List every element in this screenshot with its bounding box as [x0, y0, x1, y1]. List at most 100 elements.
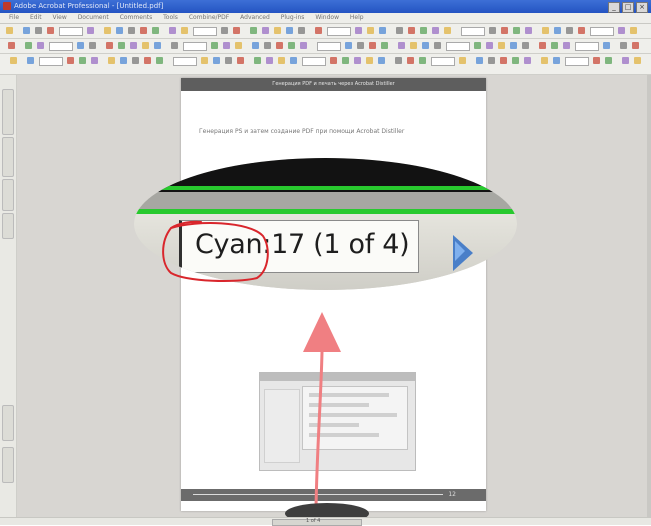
toolbar-button-icon[interactable] [116, 27, 123, 34]
toolbar-button-icon[interactable] [410, 42, 417, 49]
toolbar-button-icon[interactable] [396, 27, 403, 34]
toolbar-button-icon[interactable] [488, 57, 495, 64]
toolbar-field[interactable] [431, 57, 455, 66]
toolbar-button-icon[interactable] [432, 27, 439, 34]
toolbar-button-icon[interactable] [622, 57, 629, 64]
toolbar-button-icon[interactable] [201, 57, 208, 64]
toolbar-button-icon[interactable] [221, 27, 228, 34]
toolbar-button-icon[interactable] [37, 42, 44, 49]
toolbar-button-icon[interactable] [408, 27, 415, 34]
toolbar-button-icon[interactable] [89, 42, 96, 49]
toolbar-button-icon[interactable] [87, 27, 94, 34]
toolbar-button-icon[interactable] [379, 27, 386, 34]
toolbar-button-icon[interactable] [459, 57, 466, 64]
toolbar-button-icon[interactable] [342, 57, 349, 64]
toolbar-button-icon[interactable] [262, 27, 269, 34]
toolbar-button-icon[interactable] [276, 42, 283, 49]
toolbar-field[interactable] [590, 27, 614, 36]
toolbar-button-icon[interactable] [593, 57, 600, 64]
toolbar-button-icon[interactable] [77, 42, 84, 49]
toolbar-button-icon[interactable] [420, 27, 427, 34]
signatures-tab[interactable] [2, 137, 14, 177]
toolbar-button-icon[interactable] [130, 42, 137, 49]
toolbar-button-icon[interactable] [35, 27, 42, 34]
toolbar-button-icon[interactable] [286, 27, 293, 34]
toolbar-button-icon[interactable] [128, 27, 135, 34]
toolbar-button-icon[interactable] [144, 57, 151, 64]
toolbar-button-icon[interactable] [603, 42, 610, 49]
toolbar-button-icon[interactable] [108, 57, 115, 64]
toolbar-button-icon[interactable] [250, 27, 257, 34]
toolbar-button-icon[interactable] [378, 57, 385, 64]
toolbar-button-icon[interactable] [315, 27, 322, 34]
toolbar-button-icon[interactable] [237, 57, 244, 64]
toolbar-field[interactable] [461, 27, 485, 36]
toolbar-button-icon[interactable] [522, 42, 529, 49]
toolbar-button-icon[interactable] [419, 57, 426, 64]
toolbar-field[interactable] [193, 27, 217, 36]
toolbar-button-icon[interactable] [345, 42, 352, 49]
toolbar-field[interactable] [39, 57, 63, 66]
toolbar-button-icon[interactable] [541, 57, 548, 64]
menu-help[interactable]: Help [350, 14, 364, 21]
toolbar-button-icon[interactable] [290, 57, 297, 64]
toolbar-button-icon[interactable] [23, 27, 30, 34]
toolbar-field[interactable] [317, 42, 341, 51]
toolbar-button-icon[interactable] [524, 57, 531, 64]
toolbar-button-icon[interactable] [630, 27, 637, 34]
toolbar-button-icon[interactable] [634, 57, 641, 64]
toolbar-button-icon[interactable] [367, 27, 374, 34]
toolbar-button-icon[interactable] [398, 42, 405, 49]
toolbar-button-icon[interactable] [434, 42, 441, 49]
toolbar-button-icon[interactable] [357, 42, 364, 49]
toolbar-button-icon[interactable] [578, 27, 585, 34]
toolbar-button-icon[interactable] [278, 57, 285, 64]
toolbar-button-icon[interactable] [486, 42, 493, 49]
vertical-scrollbar[interactable] [647, 75, 651, 517]
toolbar-field[interactable] [327, 27, 351, 36]
toolbar-button-icon[interactable] [355, 27, 362, 34]
toolbar-button-icon[interactable] [554, 27, 561, 34]
comments-tab[interactable] [2, 447, 14, 483]
toolbar-button-icon[interactable] [539, 42, 546, 49]
toolbar-button-icon[interactable] [381, 42, 388, 49]
menu-combine[interactable]: Combine/PDF [189, 14, 229, 21]
toolbar-button-icon[interactable] [213, 57, 220, 64]
toolbar-button-icon[interactable] [254, 57, 261, 64]
toolbar-field[interactable] [59, 27, 83, 36]
toolbar-button-icon[interactable] [407, 57, 414, 64]
toolbar-button-icon[interactable] [476, 57, 483, 64]
toolbar-button-icon[interactable] [152, 27, 159, 34]
toolbar-button-icon[interactable] [169, 27, 176, 34]
toolbar-button-icon[interactable] [510, 42, 517, 49]
toolbar-field[interactable] [49, 42, 73, 51]
menu-edit[interactable]: Edit [30, 14, 42, 21]
toolbar-button-icon[interactable] [620, 42, 627, 49]
toolbar-button-icon[interactable] [330, 57, 337, 64]
toolbar-button-icon[interactable] [25, 42, 32, 49]
menu-plugins[interactable]: Plug-ins [281, 14, 305, 21]
toolbar-button-icon[interactable] [444, 27, 451, 34]
pages-tab[interactable] [2, 179, 14, 211]
toolbar-button-icon[interactable] [106, 42, 113, 49]
toolbar-button-icon[interactable] [605, 57, 612, 64]
close-button[interactable]: × [636, 2, 648, 13]
toolbar-button-icon[interactable] [223, 42, 230, 49]
toolbar-button-icon[interactable] [10, 57, 17, 64]
toolbar-button-icon[interactable] [211, 42, 218, 49]
toolbar-button-icon[interactable] [252, 42, 259, 49]
toolbar-button-icon[interactable] [156, 57, 163, 64]
toolbar-button-icon[interactable] [225, 57, 232, 64]
toolbar-button-icon[interactable] [553, 57, 560, 64]
toolbar-button-icon[interactable] [525, 27, 532, 34]
menu-comments[interactable]: Comments [120, 14, 153, 21]
layers-tab[interactable] [2, 213, 14, 239]
toolbar-button-icon[interactable] [274, 27, 281, 34]
toolbar-button-icon[interactable] [366, 57, 373, 64]
menu-view[interactable]: View [53, 14, 67, 21]
toolbar-button-icon[interactable] [47, 27, 54, 34]
toolbar-button-icon[interactable] [354, 57, 361, 64]
toolbar-field[interactable] [173, 57, 197, 66]
toolbar-button-icon[interactable] [500, 57, 507, 64]
menu-window[interactable]: Window [315, 14, 339, 21]
